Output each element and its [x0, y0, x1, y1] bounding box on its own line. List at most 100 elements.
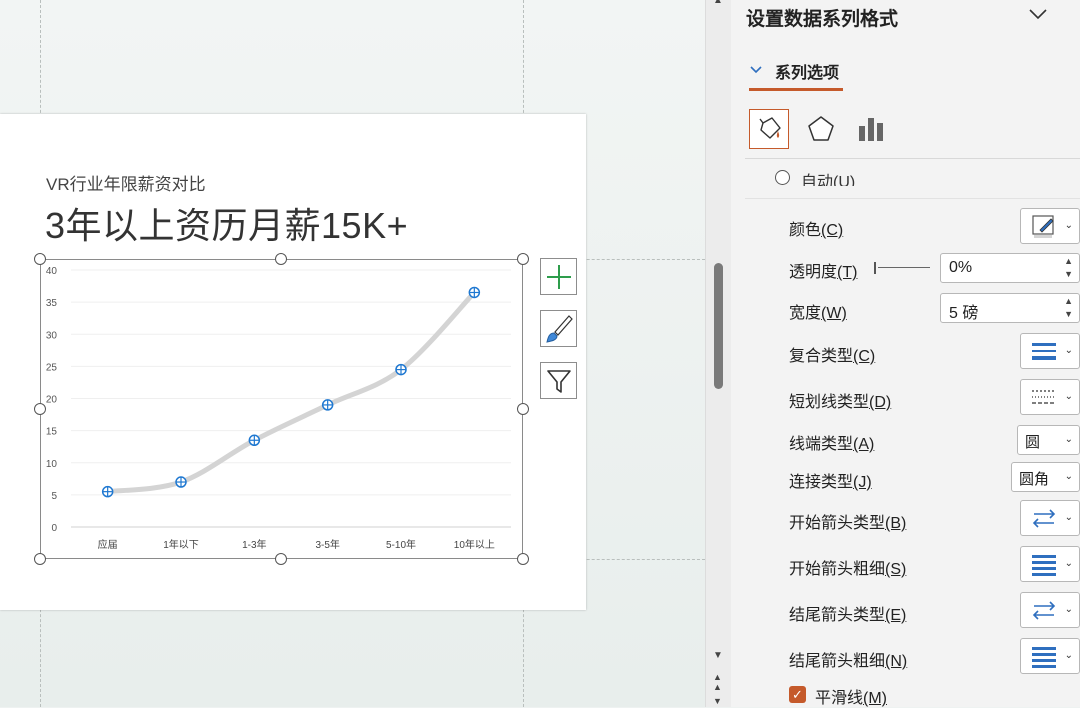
chart-object[interactable]: 0 5 10 15 20 25 30 35 40 应届 1年以下 1-3年 3-5年 5-10年 10年以上 — [40, 259, 523, 559]
resize-handle-left[interactable] — [34, 403, 46, 415]
spin-up-icon[interactable]: ▲ — [1064, 296, 1073, 306]
width-label: 宽度(W) — [789, 305, 847, 322]
line-weight-icon — [1032, 647, 1056, 668]
chevron-down-icon: ⌄ — [1064, 345, 1073, 356]
previous-slide-icon[interactable]: ▲ ▲ — [713, 672, 722, 692]
chevron-down-icon: ⌄ — [1064, 220, 1073, 231]
begin-arrow-size-dropdown[interactable]: ⌄ — [1020, 546, 1080, 582]
resize-handle-top-left[interactable] — [34, 253, 46, 265]
transparency-value[interactable]: 0% — [949, 259, 972, 277]
line-weight-icon — [1032, 555, 1056, 576]
pentagon-icon — [808, 116, 834, 141]
resize-handle-top[interactable] — [275, 253, 287, 265]
slider-track[interactable] — [878, 267, 930, 268]
bar-chart-icon — [859, 118, 883, 141]
resize-handle-top-right[interactable] — [517, 253, 529, 265]
chart-styles-button[interactable] — [540, 310, 577, 347]
y-tick-label: 25 — [46, 362, 58, 373]
spin-down-icon[interactable]: ▼ — [1064, 309, 1073, 319]
chevron-down-icon: ⌄ — [1064, 512, 1073, 523]
divider — [745, 198, 1080, 199]
resize-handle-bottom-right[interactable] — [517, 553, 529, 565]
begin-arrow-type-label: 开始箭头类型(B) — [789, 515, 907, 532]
paint-bucket-icon — [759, 117, 781, 139]
cap-type-value: 圆 — [1025, 434, 1041, 451]
y-tick-label: 30 — [46, 330, 58, 341]
dash-type-dropdown[interactable]: ⌄ — [1020, 379, 1080, 415]
join-type-value: 圆角 — [1019, 471, 1050, 488]
smooth-line-label[interactable]: 平滑线(M) — [815, 684, 887, 708]
slide-subtitle[interactable]: VR行业年限薪资对比 — [46, 170, 206, 195]
y-tick-label: 10 — [46, 459, 58, 470]
divider — [745, 158, 1080, 159]
begin-arrow-type-dropdown[interactable]: ⌄ — [1020, 500, 1080, 536]
pane-options-button[interactable] — [1026, 2, 1050, 26]
plus-icon — [546, 264, 571, 289]
chart-filters-button[interactable] — [540, 362, 577, 399]
smooth-line-checkbox[interactable]: ✓ — [789, 686, 806, 703]
effects-category-button[interactable] — [801, 109, 841, 149]
resize-handle-bottom[interactable] — [275, 553, 287, 565]
chevron-down-icon: ⌄ — [1064, 434, 1073, 445]
chevron-down-icon — [750, 66, 762, 74]
join-type-dropdown[interactable]: 圆角 ⌄ — [1011, 462, 1080, 492]
end-arrow-size-label: 结尾箭头粗细(N) — [789, 653, 908, 670]
chart-elements-button[interactable] — [540, 258, 577, 295]
slide-canvas: VR行业年限薪资对比 3年以上资历月薪15K+ 0 5 10 15 20 25 30 35 40… — [0, 0, 705, 707]
format-data-series-pane: 设置数据系列格式 系列选项 自动(U) 颜色(C) ⌄ 透明度(T) 0% ▲ … — [731, 0, 1080, 707]
compound-type-dropdown[interactable]: ⌄ — [1020, 333, 1080, 369]
spin-up-icon[interactable]: ▲ — [1064, 256, 1073, 266]
vertical-scrollbar[interactable]: ▲ ▼ ▲ ▲ ▼ — [705, 0, 731, 707]
end-arrow-size-dropdown[interactable]: ⌄ — [1020, 638, 1080, 674]
arrows-icon — [1032, 601, 1056, 620]
y-tick-label: 5 — [51, 491, 57, 502]
transparency-slider[interactable] — [874, 262, 930, 274]
next-slide-icon[interactable]: ▼ — [713, 696, 722, 706]
scroll-up-icon[interactable]: ▲ — [713, 0, 723, 6]
transparency-spinner[interactable]: 0% ▲ ▼ — [940, 253, 1080, 283]
end-arrow-type-label: 结尾箭头类型(E) — [789, 607, 907, 624]
brush-icon — [545, 314, 573, 343]
color-picker-dropdown[interactable]: ⌄ — [1020, 208, 1080, 244]
chevron-down-icon: ⌄ — [1064, 558, 1073, 569]
transparency-label: 透明度(T) — [789, 264, 858, 281]
tab-label: 系列选项 — [775, 65, 840, 82]
fill-line-category-button[interactable] — [749, 109, 789, 149]
x-tick-label: 1-3年 — [242, 538, 266, 551]
scrollbar-thumb[interactable] — [714, 263, 723, 389]
arrows-icon — [1032, 509, 1056, 528]
y-tick-label: 0 — [51, 523, 57, 534]
scroll-down-icon[interactable]: ▼ — [713, 651, 723, 661]
compound-type-label: 复合类型(C) — [789, 348, 876, 365]
slide-title[interactable]: 3年以上资历月薪15K+ — [45, 197, 408, 249]
series-line — [105, 289, 477, 495]
x-tick-label: 10年以上 — [454, 538, 495, 551]
join-type-label: 连接类型(J) — [789, 474, 872, 491]
dash-lines-icon — [1032, 390, 1056, 404]
cap-type-label: 线端类型(A) — [789, 436, 875, 453]
x-tick-label: 3-5年 — [315, 538, 339, 551]
chevron-down-icon: ⌄ — [1064, 650, 1073, 661]
color-label: 颜色(C) — [789, 222, 844, 239]
auto-label: 自动(U) — [801, 174, 856, 186]
x-tick-label: 5-10年 — [386, 538, 416, 551]
line-chart[interactable]: 0 5 10 15 20 25 30 35 40 应届 1年以下 1-3年 3-5年 5-10年 10年以上 — [41, 260, 524, 560]
tab-series-options[interactable]: 系列选项 — [750, 59, 840, 83]
series-options-category-button[interactable] — [851, 109, 891, 149]
begin-arrow-size-label: 开始箭头粗细(S) — [789, 561, 907, 578]
chevron-down-icon: ⌄ — [1064, 471, 1073, 482]
tab-active-indicator — [749, 88, 843, 91]
width-spinner[interactable]: 5 磅 ▲ ▼ — [940, 293, 1080, 323]
end-arrow-type-dropdown[interactable]: ⌄ — [1020, 592, 1080, 628]
y-tick-label: 20 — [46, 395, 58, 406]
resize-handle-bottom-left[interactable] — [34, 553, 46, 565]
chevron-down-icon: ⌄ — [1064, 604, 1073, 615]
auto-radio[interactable] — [775, 170, 790, 185]
pen-color-icon — [1032, 215, 1054, 238]
width-value[interactable]: 5 磅 — [949, 299, 978, 323]
funnel-icon — [546, 369, 571, 393]
spin-down-icon[interactable]: ▼ — [1064, 269, 1073, 279]
slider-knob[interactable] — [874, 262, 876, 274]
resize-handle-right[interactable] — [517, 403, 529, 415]
cap-type-dropdown[interactable]: 圆 ⌄ — [1017, 425, 1080, 455]
